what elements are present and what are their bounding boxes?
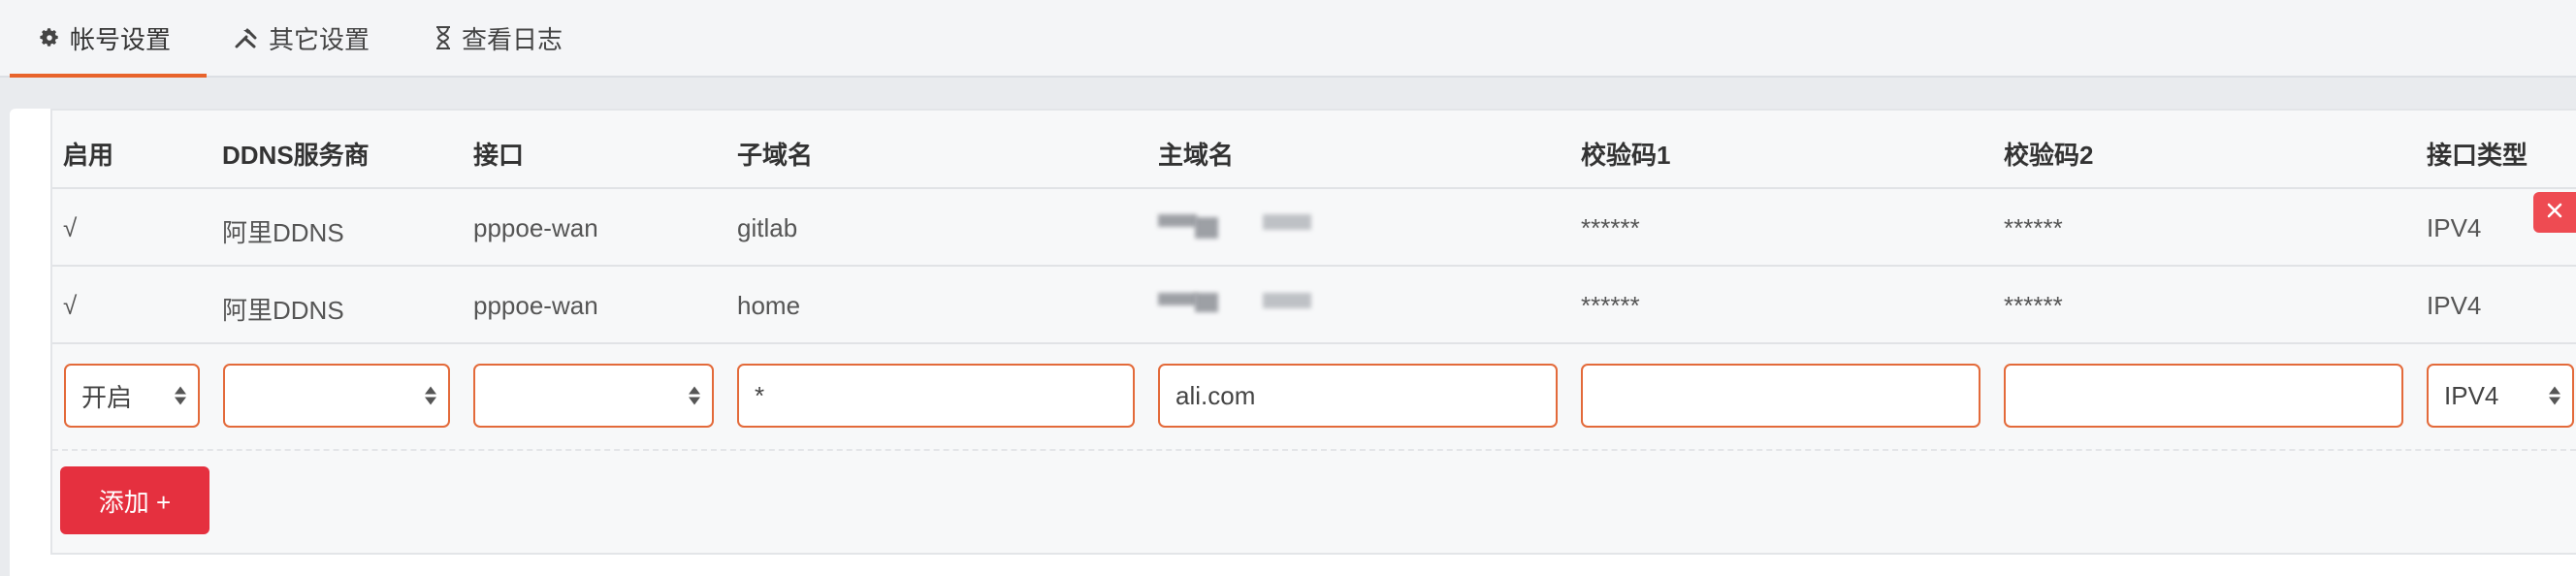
cell-interface: pppoe-wan <box>473 213 598 242</box>
row-divider <box>52 342 2576 344</box>
select-arrows-icon <box>425 386 436 405</box>
tab-view-logs[interactable]: 查看日志 <box>435 0 563 76</box>
domain-input[interactable]: ali.com <box>1158 364 1558 428</box>
key2-input[interactable] <box>2004 364 2403 428</box>
tab-other-settings[interactable]: 其它设置 <box>234 0 370 76</box>
tools-icon <box>234 26 259 49</box>
form-divider <box>52 449 2576 451</box>
select-arrows-icon <box>2549 386 2560 405</box>
select-arrows-icon <box>175 386 186 405</box>
cell-key1: ****** <box>1581 213 1640 242</box>
header-interface: 接口 <box>473 141 525 170</box>
enabled-select[interactable]: 开启 <box>64 364 200 428</box>
subdomain-input[interactable]: * <box>737 364 1135 428</box>
row-divider <box>52 265 2576 267</box>
key1-input[interactable] <box>1581 364 1980 428</box>
cell-type: IPV4 <box>2427 213 2482 242</box>
cell-provider: 阿里DDNS <box>222 296 344 325</box>
cell-interface: pppoe-wan <box>473 291 598 320</box>
cell-subdomain: home <box>737 291 801 320</box>
header-subdomain: 子域名 <box>737 141 814 170</box>
ddns-table <box>50 109 2576 555</box>
header-enabled: 启用 <box>63 141 114 170</box>
cell-type: IPV4 <box>2427 291 2482 320</box>
cell-enabled: √ <box>63 213 78 242</box>
header-key2: 校验码2 <box>2004 141 2094 170</box>
subdomain-input-value: * <box>755 380 765 410</box>
cell-key2: ****** <box>2004 213 2063 242</box>
interface-select[interactable] <box>473 364 714 428</box>
header-type: 接口类型 <box>2427 141 2528 170</box>
cell-key2: ****** <box>2004 291 2063 320</box>
cell-enabled: √ <box>63 291 78 320</box>
tab-label: 其它设置 <box>269 24 370 54</box>
delete-row-button[interactable] <box>2533 192 2576 233</box>
hourglass-icon <box>435 25 452 50</box>
cell-subdomain: gitlab <box>737 213 798 242</box>
type-select[interactable]: IPV4 <box>2427 364 2574 428</box>
domain-input-value: ali.com <box>1175 380 1256 410</box>
tab-account-settings[interactable]: 帐号设置 <box>39 0 171 76</box>
header-provider: DDNS服务商 <box>222 141 370 170</box>
type-select-value: IPV4 <box>2444 380 2499 410</box>
gear-icon <box>39 27 60 48</box>
tab-label: 帐号设置 <box>70 24 172 54</box>
cell-key1: ****** <box>1581 291 1640 320</box>
tab-label: 查看日志 <box>462 24 564 54</box>
header-domain: 主域名 <box>1158 141 1235 170</box>
header-key1: 校验码1 <box>1581 141 1671 170</box>
cell-provider: 阿里DDNS <box>222 218 344 247</box>
provider-select[interactable] <box>223 364 450 428</box>
enabled-select-value: 开启 <box>81 382 133 412</box>
row-divider <box>52 187 2576 189</box>
add-button[interactable]: 添加 + <box>60 466 209 534</box>
tab-bar: 帐号设置 其它设置 查看日志 <box>0 0 2576 78</box>
select-arrows-icon <box>689 386 700 405</box>
active-tab-indicator <box>10 74 207 78</box>
close-icon <box>2546 202 2563 224</box>
